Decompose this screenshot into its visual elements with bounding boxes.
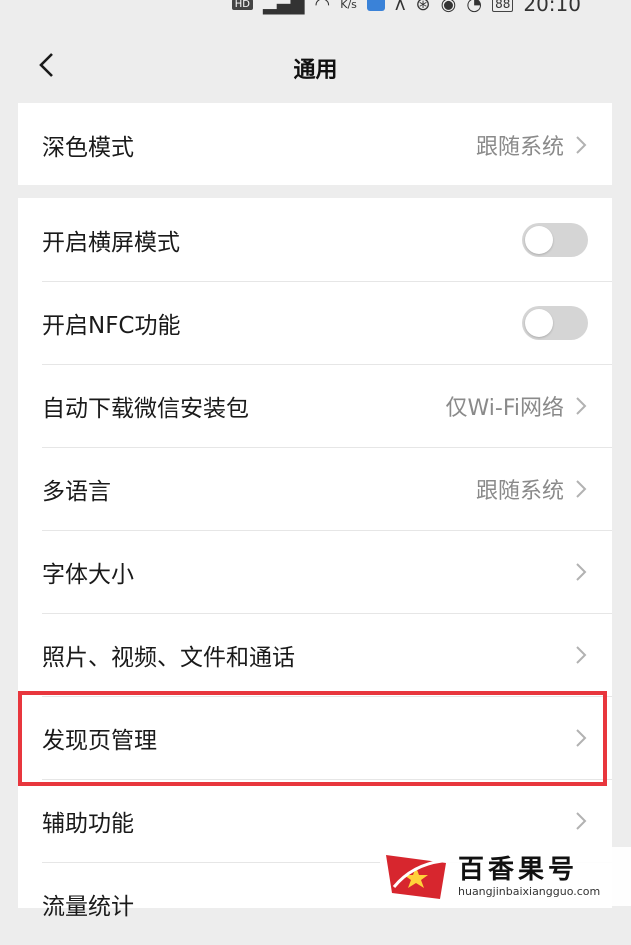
- setting-value: 跟随系统: [475, 134, 564, 160]
- setting-label: 开启横屏模式: [42, 229, 180, 256]
- nfc-toggle[interactable]: [522, 305, 588, 340]
- setting-label: 自动下载微信安装包: [42, 395, 249, 422]
- navigation-bar: 通用: [0, 22, 631, 102]
- page-title: 通用: [293, 58, 338, 83]
- setting-row-media-files-calls[interactable]: 照片、视频、文件和通话: [18, 613, 612, 696]
- setting-row-font-size[interactable]: 字体大小: [18, 530, 612, 613]
- toggle-knob: [525, 308, 553, 337]
- hd-badge: HD: [231, 0, 253, 10]
- alarm-icon: ◔: [466, 0, 483, 15]
- chevron-right-icon: [576, 479, 587, 498]
- setting-label: 辅助功能: [42, 810, 134, 837]
- setting-row-language[interactable]: 多语言 跟随系统: [18, 447, 612, 530]
- setting-label: 开启NFC功能: [42, 312, 181, 339]
- setting-row-discover-management[interactable]: 发现页管理: [18, 696, 612, 779]
- chevron-right-icon: [576, 811, 587, 830]
- status-time: 20:10: [523, 0, 581, 16]
- setting-value: 仅Wi-Fi网络: [445, 395, 565, 421]
- setting-label: 深色模式: [42, 134, 134, 161]
- wifi-icon: ◠: [314, 0, 331, 15]
- setting-row-nfc: 开启NFC功能: [18, 281, 612, 364]
- setting-row-dark-mode[interactable]: 深色模式 跟随系统: [18, 103, 612, 186]
- setting-label: 字体大小: [42, 561, 134, 588]
- watermark-url: huangjinbaixiangguo.com: [458, 884, 601, 898]
- toggle-knob: [525, 225, 553, 254]
- network-speed-unit: K/s: [340, 0, 357, 11]
- display-settings-card: 深色模式 跟随系统: [18, 103, 612, 185]
- watermark-title: 百香果号: [458, 854, 579, 885]
- chevron-right-icon: [576, 645, 587, 664]
- watermark-text: 百香果号 huangjinbaixiangguo.com: [458, 855, 600, 899]
- app-notification-icon: ʌ: [394, 0, 406, 15]
- chevron-right-icon: [576, 135, 587, 154]
- setting-row-auto-download[interactable]: 自动下载微信安装包 仅Wi-Fi网络: [18, 364, 612, 447]
- chevron-right-icon: [576, 728, 587, 747]
- status-icons: HD ▂▄▆ ◠ K/s ʌ ⊛ ◉ ◔ 88 20:10: [231, 0, 581, 16]
- status-bar: HD ▂▄▆ ◠ K/s ʌ ⊛ ◉ ◔ 88 20:10: [0, 0, 631, 22]
- signal-icon: ▂▄▆: [262, 0, 305, 15]
- setting-label: 照片、视频、文件和通话: [42, 644, 295, 671]
- chevron-right-icon: [576, 562, 587, 581]
- setting-value: 跟随系统: [475, 478, 564, 504]
- setting-row-landscape-mode: 开启横屏模式: [18, 198, 612, 281]
- setting-label: 发现页管理: [42, 727, 157, 754]
- landscape-mode-toggle[interactable]: [522, 222, 588, 257]
- eye-icon: ◉: [440, 0, 457, 15]
- setting-label: 多语言: [42, 478, 111, 505]
- watermark-logo-icon: [386, 854, 446, 899]
- general-settings-card: 开启横屏模式 开启NFC功能 自动下载微信安装包 仅Wi-Fi网络 多语言 跟随…: [18, 198, 612, 920]
- cloud-icon: [366, 0, 385, 11]
- watermark: 百香果号 huangjinbaixiangguo.com: [380, 847, 631, 906]
- nfc-icon: ⊛: [415, 0, 431, 15]
- chevron-right-icon: [576, 396, 587, 415]
- battery-indicator: 88: [492, 0, 514, 12]
